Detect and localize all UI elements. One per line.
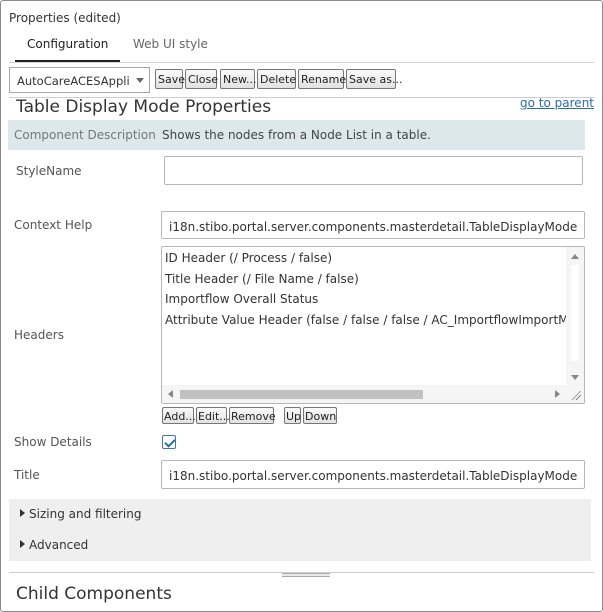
scroll-thumb[interactable] [571,265,579,361]
move-up-button[interactable]: Up [284,407,301,424]
window-title: Properties (edited) [9,11,121,25]
rename-button[interactable]: Rename [298,69,346,89]
vertical-scrollbar[interactable] [566,247,584,385]
tab-bar: Configuration Web UI style [9,31,594,63]
caret-right-icon [20,509,25,517]
headers-label: Headers [14,328,64,342]
list-item[interactable]: ID Header (/ Process / false) [165,251,566,272]
chevron-down-icon [136,78,144,83]
title-label: Title [14,468,40,482]
list-item[interactable]: Importflow Overall Status [165,292,566,313]
show-details-checkbox[interactable] [162,435,176,449]
context-help-label: Context Help [14,218,93,232]
scroll-up-icon[interactable] [571,254,579,259]
add-header-button[interactable]: Add... [162,407,196,424]
configuration-select[interactable]: AutoCareACESApplic [9,67,150,93]
new-button[interactable]: New... [220,69,256,89]
headers-list[interactable]: ID Header (/ Process / false) Title Head… [161,246,585,404]
scroll-left-icon[interactable] [168,390,173,398]
configuration-select-value: AutoCareACESApplic [17,74,129,88]
edit-header-button[interactable]: Edit... [196,407,230,424]
tab-web-ui-style[interactable]: Web UI style [133,37,208,51]
component-description-row: Component Description Shows the nodes fr… [8,120,585,150]
list-item[interactable]: Attribute Value Header (false / false / … [165,313,566,334]
tab-configuration[interactable]: Configuration [14,37,121,62]
horizontal-scrollbar[interactable] [162,385,566,403]
child-components-title: Child Components [16,584,172,604]
scroll-right-icon[interactable] [555,390,560,398]
resize-grip-icon[interactable] [566,385,584,403]
go-to-parent-link[interactable]: go to parent [520,96,594,110]
section-label: Sizing and filtering [29,507,142,521]
properties-window: Properties (edited) Configuration Web UI… [0,0,603,612]
scroll-down-icon[interactable] [571,375,579,380]
remove-header-button[interactable]: Remove [229,407,276,424]
panel-title: Table Display Mode Properties [16,97,272,117]
scroll-thumb[interactable] [180,390,423,399]
save-button[interactable]: Save [155,69,185,89]
show-details-label: Show Details [14,435,92,449]
component-description-label: Component Description [14,128,156,142]
section-advanced[interactable]: Advanced [9,530,591,561]
component-description-value: Shows the nodes from a Node List in a ta… [162,128,431,142]
splitter-handle[interactable] [282,573,330,577]
close-button[interactable]: Close [185,69,218,89]
caret-right-icon [20,540,25,548]
section-sizing-and-filtering[interactable]: Sizing and filtering [9,499,591,530]
context-help-input[interactable]: i18n.stibo.portal.server.components.mast… [161,211,585,239]
section-label: Advanced [29,538,89,552]
save-as-button[interactable]: Save as... [346,69,402,89]
headers-list-items: ID Header (/ Process / false) Title Head… [165,251,566,333]
style-name-input[interactable] [164,156,583,185]
move-down-button[interactable]: Down [303,407,337,424]
list-item[interactable]: Title Header (/ File Name / false) [165,272,566,293]
style-name-label: StyleName [16,164,82,178]
delete-button[interactable]: Delete [257,69,296,89]
title-input[interactable]: i18n.stibo.portal.server.components.mast… [161,460,585,489]
